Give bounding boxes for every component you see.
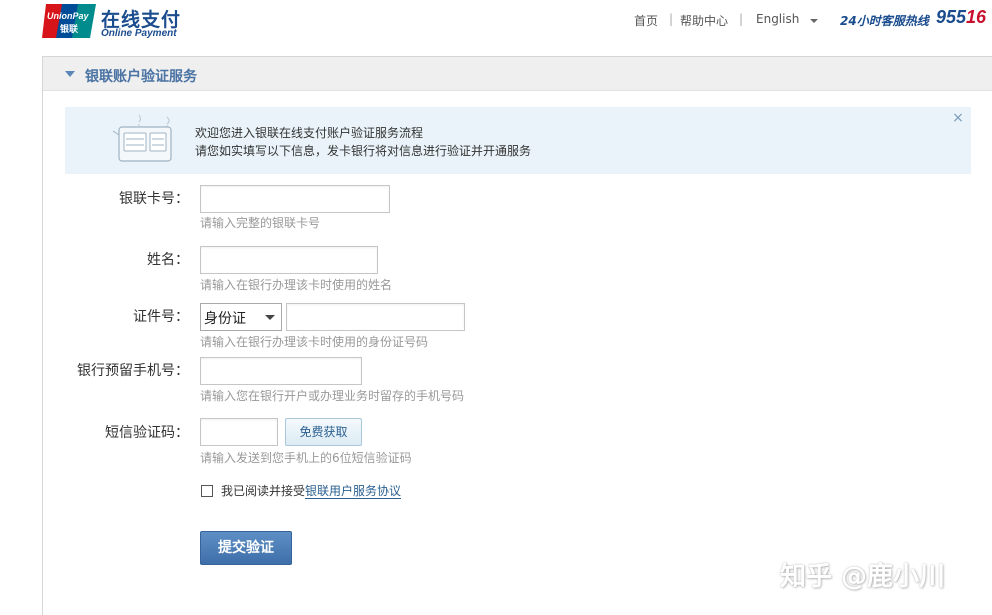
- notice-instruction-text: 请您如实填写以下信息，发卡银行将对信息进行验证并开通服务: [195, 144, 532, 158]
- logo-badge-text: UnionPay: [47, 11, 90, 21]
- card-number-label: 银联卡号：: [119, 191, 189, 207]
- panel-title: 银联账户验证服务: [85, 69, 197, 85]
- collapse-caret-icon[interactable]: [65, 71, 75, 77]
- sms-code-hint: 请输入发送到您手机上的6位短信验证码: [200, 451, 412, 465]
- verification-panel: 银联账户验证服务 欢迎您进入银联在线支付账户验证服务流程 请您如实填写以下信息，…: [42, 56, 992, 615]
- id-type-select[interactable]: 身份证: [200, 303, 282, 331]
- nav-home-link[interactable]: 首页: [634, 12, 658, 29]
- id-number-label: 证件号：: [133, 309, 189, 325]
- agreement-checkbox[interactable]: [201, 485, 213, 497]
- name-hint: 请输入在银行办理该卡时使用的姓名: [200, 278, 393, 292]
- service-agreement-link[interactable]: 银联用户服务协议: [305, 484, 402, 499]
- hotline-suffix: 16: [966, 7, 987, 27]
- chevron-down-icon: [265, 315, 275, 320]
- panel-header[interactable]: 银联账户验证服务: [43, 57, 992, 91]
- nav-separator: |: [669, 12, 674, 26]
- welcome-notice: 欢迎您进入银联在线支付账户验证服务流程 请您如实填写以下信息，发卡银行将对信息进…: [65, 107, 971, 174]
- watermark-text: 知乎 @鹿小川: [780, 562, 946, 592]
- id-number-input[interactable]: [286, 303, 465, 331]
- logo-badge-cn: 银联: [60, 23, 79, 35]
- agreement-prefix: 我已阅读并接受: [221, 484, 306, 498]
- unionpay-badge-icon: UnionPay 银联: [42, 4, 96, 38]
- sms-code-label: 短信验证码：: [105, 425, 189, 441]
- close-icon[interactable]: ×: [951, 111, 965, 125]
- page-header: UnionPay 银联 在线支付 Online Payment 首页 | 帮助中…: [0, 0, 992, 52]
- submit-verification-button[interactable]: 提交验证: [200, 531, 292, 565]
- phone-hint: 请输入您在银行开户或办理业务时留存的手机号码: [200, 389, 465, 403]
- unionpay-logo[interactable]: UnionPay 银联 在线支付 Online Payment: [42, 4, 187, 40]
- phone-label: 银行预留手机号：: [77, 363, 189, 379]
- logo-english-text: Online Payment: [101, 28, 177, 39]
- sms-code-input[interactable]: [200, 418, 278, 446]
- get-sms-code-button[interactable]: 免费获取: [285, 418, 362, 446]
- nav-help-center-link[interactable]: 帮助中心: [680, 12, 728, 29]
- name-label: 姓名：: [147, 252, 189, 268]
- phone-input[interactable]: [200, 357, 362, 385]
- hotline-prefix: 955: [936, 7, 967, 27]
- card-reader-icon: [112, 114, 172, 162]
- chevron-down-icon[interactable]: [810, 19, 818, 23]
- hotline-label: 24小时客服热线: [840, 14, 929, 28]
- nav-separator: |: [739, 12, 744, 26]
- id-number-hint: 请输入在银行办理该卡时使用的身份证号码: [200, 335, 429, 349]
- language-switcher[interactable]: English: [756, 12, 799, 26]
- card-number-hint: 请输入完整的银联卡号: [200, 216, 321, 230]
- id-type-selected: 身份证: [204, 311, 246, 327]
- name-input[interactable]: [200, 246, 378, 274]
- notice-welcome-text: 欢迎您进入银联在线支付账户验证服务流程: [195, 126, 424, 140]
- card-number-input[interactable]: [200, 185, 390, 213]
- hotline-number: 95516: [936, 7, 986, 28]
- agreement-text: 我已阅读并接受银联用户服务协议: [221, 482, 402, 499]
